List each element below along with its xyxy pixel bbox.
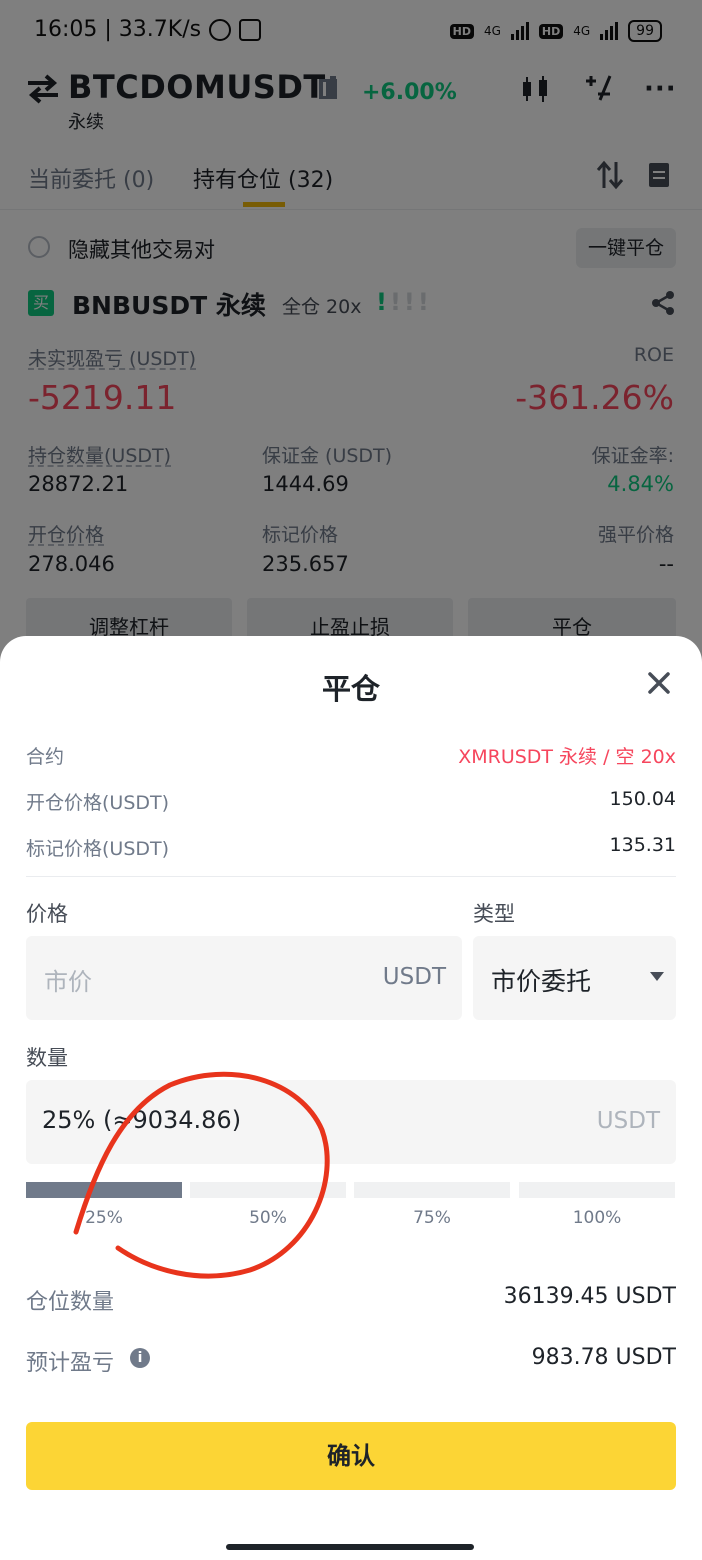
mark-price-label: 标记价格(USDT) <box>26 838 170 860</box>
estimated-pnl-label: 预计盈亏 <box>26 1351 115 1376</box>
mark-price-value: 135.31 <box>609 834 676 856</box>
slider-label-75[interactable]: 75% <box>354 1208 510 1228</box>
price-placeholder: 市价 <box>44 968 92 996</box>
slider-label-25[interactable]: 25% <box>26 1208 182 1228</box>
price-input[interactable]: 市价 USDT <box>26 936 462 1020</box>
entry-price-label: 开仓价格(USDT) <box>26 792 170 814</box>
entry-price-value: 150.04 <box>609 788 676 810</box>
confirm-button[interactable]: 确认 <box>26 1422 676 1490</box>
info-icon[interactable]: i <box>130 1348 150 1368</box>
contract-label: 合约 <box>26 746 65 768</box>
contract-value: XMRUSDT 永续 / 空 20x <box>458 746 676 768</box>
quantity-input[interactable]: 25% (≈9034.86) USDT <box>26 1080 676 1164</box>
close-position-sheet: 平仓 合约 XMRUSDT 永续 / 空 20x 开仓价格(USDT) 150.… <box>0 636 702 1560</box>
position-size-value: 36139.45 USDT <box>503 1284 676 1309</box>
quantity-slider-segment-50[interactable] <box>190 1182 346 1198</box>
price-label: 价格 <box>26 902 68 926</box>
quantity-slider-segment-75[interactable] <box>354 1182 510 1198</box>
order-type-value: 市价委托 <box>491 967 592 996</box>
price-unit: USDT <box>382 964 446 990</box>
slider-label-50[interactable]: 50% <box>190 1208 346 1228</box>
caret-down-icon <box>650 972 664 981</box>
order-type-label: 类型 <box>473 902 515 926</box>
quantity-label: 数量 <box>26 1046 68 1070</box>
home-indicator[interactable] <box>226 1544 474 1550</box>
sheet-title: 平仓 <box>321 672 380 706</box>
quantity-unit: USDT <box>596 1108 660 1134</box>
divider <box>26 876 676 877</box>
modal-backdrop[interactable] <box>0 0 702 700</box>
quantity-slider-segment-25[interactable] <box>26 1182 182 1198</box>
close-icon[interactable] <box>646 670 672 696</box>
quantity-value: 25% (≈9034.86) <box>42 1106 242 1134</box>
order-type-select[interactable]: 市价委托 <box>473 936 676 1020</box>
estimated-pnl-value: 983.78 USDT <box>531 1345 676 1370</box>
position-size-label: 仓位数量 <box>26 1290 115 1315</box>
quantity-slider-segment-100[interactable] <box>519 1182 675 1198</box>
slider-label-100[interactable]: 100% <box>519 1208 675 1228</box>
